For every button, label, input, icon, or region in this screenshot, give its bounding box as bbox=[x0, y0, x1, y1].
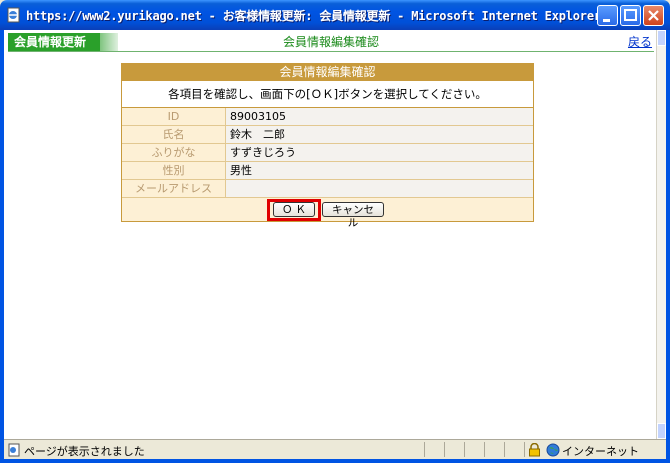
page-title: 会員情報編集確認 bbox=[282, 35, 379, 49]
form-title: 会員情報編集確認 bbox=[122, 64, 533, 81]
field-value: 鈴木 二郎 bbox=[226, 126, 533, 143]
browser-window: https://www2.yurikago.net - お客様情報更新: 会員情… bbox=[0, 0, 670, 463]
page-header: 会員情報更新 会員情報編集確認 戻る bbox=[8, 33, 654, 52]
scroll-down-arrow[interactable] bbox=[657, 423, 666, 439]
back-link[interactable]: 戻る bbox=[628, 33, 652, 51]
status-divider bbox=[524, 442, 525, 457]
minimize-button[interactable] bbox=[597, 5, 618, 26]
status-divider bbox=[464, 442, 465, 457]
form-instruction: 各項目を確認し、画面下の[ＯＫ]ボタンを選択してください。 bbox=[122, 81, 533, 108]
cancel-button[interactable]: キャンセル bbox=[322, 202, 384, 229]
field-label: 性別 bbox=[122, 162, 226, 179]
field-value: 89003105 bbox=[226, 108, 533, 125]
field-label: ID bbox=[122, 108, 226, 125]
field-value bbox=[226, 180, 533, 197]
field-label: メールアドレス bbox=[122, 180, 226, 197]
ie-page-icon bbox=[6, 7, 22, 23]
page-content: 会員情報更新 会員情報編集確認 戻る 会員情報編集確認 各項目を確認し、画面下の… bbox=[4, 30, 656, 439]
window-title: https://www2.yurikago.net - お客様情報更新: 会員情… bbox=[26, 9, 601, 23]
security-zone-text: インターネット bbox=[562, 445, 639, 458]
maximize-button[interactable] bbox=[620, 5, 641, 26]
window-frame-right bbox=[666, 30, 670, 463]
ok-button[interactable]: Ｏ Ｋ bbox=[273, 202, 315, 217]
status-divider bbox=[484, 442, 485, 457]
button-row: Ｏ Ｋ キャンセル bbox=[122, 198, 533, 229]
field-value: 男性 bbox=[226, 162, 533, 179]
title-bar[interactable]: https://www2.yurikago.net - お客様情報更新: 会員情… bbox=[0, 0, 670, 30]
field-label: ふりがな bbox=[122, 144, 226, 161]
globe-icon bbox=[546, 443, 560, 460]
status-bar: ページが表示されました インターネット bbox=[4, 439, 666, 459]
status-divider bbox=[504, 442, 505, 457]
lock-icon bbox=[528, 442, 541, 460]
field-row-furigana: ふりがな すずきじろう bbox=[122, 144, 533, 162]
field-row-gender: 性別 男性 bbox=[122, 162, 533, 180]
close-button[interactable] bbox=[643, 5, 664, 26]
field-row-name: 氏名 鈴木 二郎 bbox=[122, 126, 533, 144]
scroll-up-arrow[interactable] bbox=[657, 30, 666, 46]
ie-page-icon bbox=[7, 443, 21, 460]
status-divider bbox=[424, 442, 425, 457]
window-frame-bottom bbox=[0, 459, 670, 463]
field-row-id: ID 89003105 bbox=[122, 108, 533, 126]
confirm-form: 会員情報編集確認 各項目を確認し、画面下の[ＯＫ]ボタンを選択してください。 I… bbox=[121, 63, 534, 229]
field-value: すずきじろう bbox=[226, 144, 533, 161]
status-divider bbox=[444, 442, 445, 457]
status-text: ページが表示されました bbox=[24, 445, 145, 458]
field-row-email: メールアドレス bbox=[122, 180, 533, 198]
vertical-scrollbar[interactable] bbox=[656, 30, 666, 439]
field-label: 氏名 bbox=[122, 126, 226, 143]
